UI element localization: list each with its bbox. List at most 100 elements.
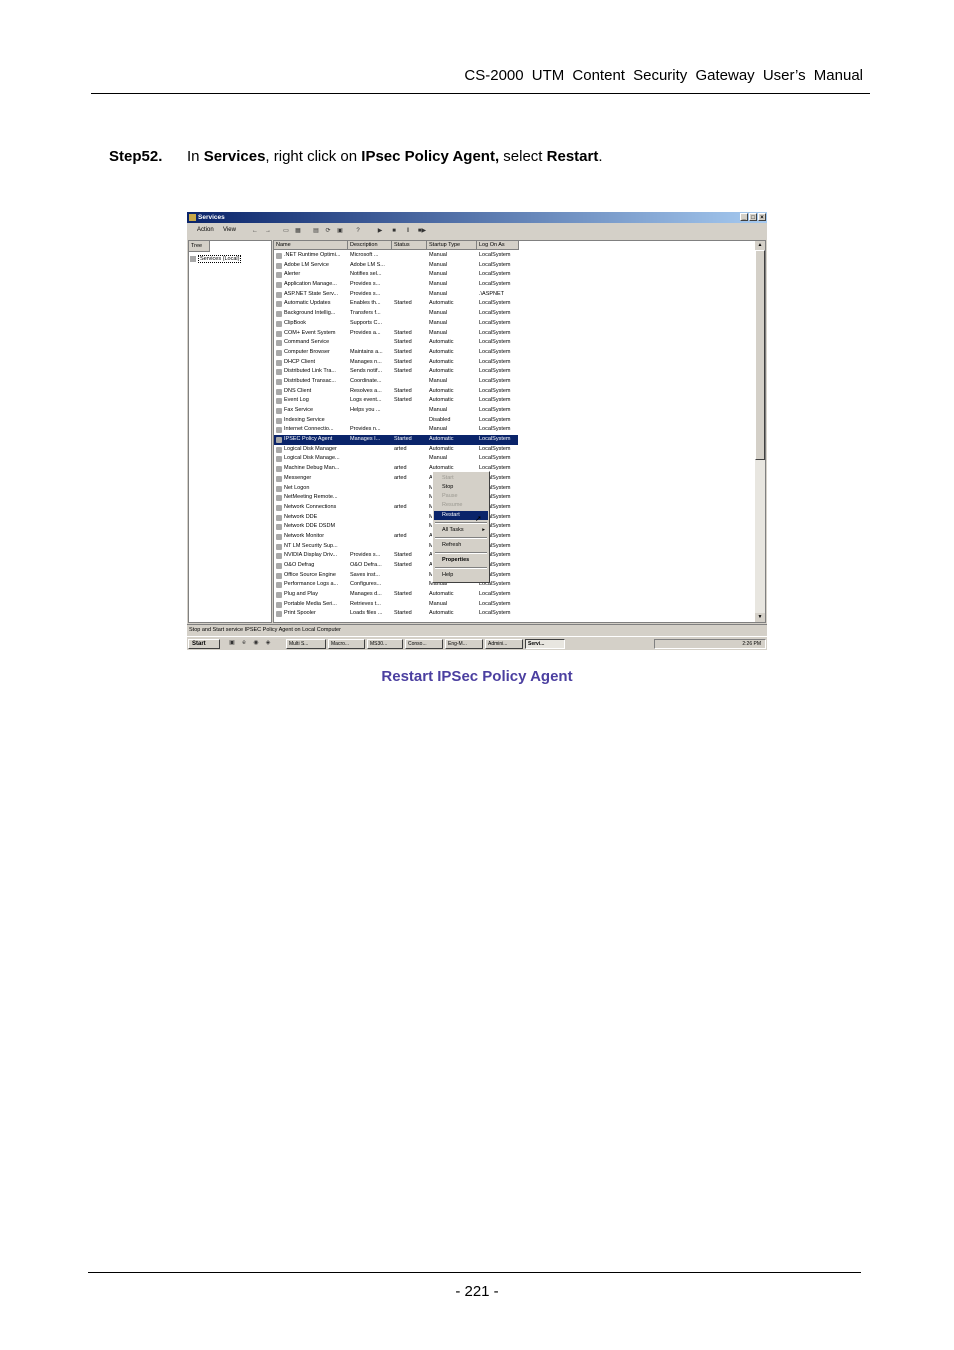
window-titlebar: Services _ □ × bbox=[187, 212, 767, 223]
cell-description: Resolves a... bbox=[350, 387, 382, 394]
table-row[interactable]: NT LM Security Sup...ManualLocalSystem bbox=[274, 542, 754, 552]
footer-rule bbox=[88, 1272, 861, 1273]
table-row[interactable]: DHCP Client Manages n... Started Automatic L… bbox=[274, 358, 754, 368]
quicklaunch-desktop-icon[interactable]: ▣ bbox=[227, 638, 237, 648]
table-row[interactable]: Network MonitorartedAutomaticLocalSystem bbox=[274, 532, 754, 542]
taskbar: Start ▣ e ◉ ◈ Multi S... Macro... MS30..… bbox=[187, 636, 767, 650]
task-button-ms30[interactable]: MS30... bbox=[367, 639, 403, 649]
task-button-admini[interactable]: Admini... bbox=[485, 639, 523, 649]
service-gear-icon bbox=[276, 349, 282, 356]
play-icon[interactable]: ▶ bbox=[375, 226, 385, 236]
restart-icon[interactable]: ■▶ bbox=[417, 226, 427, 236]
task-button-conso[interactable]: Conso... bbox=[405, 639, 443, 649]
table-row[interactable]: .NET Runtime Optimi... Microsoft ... Manua… bbox=[274, 251, 754, 261]
vertical-scrollbar[interactable]: ▲ ▼ bbox=[755, 241, 765, 622]
cell-logon: LocalSystem bbox=[479, 271, 511, 278]
step-text-3: select bbox=[499, 148, 547, 165]
cell-description: Provides s... bbox=[350, 281, 381, 288]
menu-view[interactable]: View bbox=[223, 227, 236, 233]
up-folder-icon[interactable]: ▭ bbox=[281, 226, 291, 236]
back-icon[interactable]: ← bbox=[250, 226, 260, 236]
quicklaunch-ie-icon[interactable]: e bbox=[239, 638, 249, 648]
cell-status: Started bbox=[394, 339, 412, 346]
table-row[interactable]: Indexing Service Disabled LocalSystem bbox=[274, 416, 754, 426]
table-row[interactable]: Alerter Notifies sel... Manual LocalSystem bbox=[274, 270, 754, 280]
table-row[interactable]: COM+ Event System Provides a... Started Man… bbox=[274, 329, 754, 339]
table-row[interactable]: Fax Service Helps you ... Manual LocalSyste… bbox=[274, 406, 754, 416]
table-row[interactable]: IPSEC Policy Agent Manages I... Started Aut… bbox=[274, 435, 518, 445]
export-icon[interactable]: ▣ bbox=[335, 226, 345, 236]
menu-item-all-tasks[interactable]: All Tasks ▸ bbox=[434, 526, 488, 535]
menu-item-stop[interactable]: Stop bbox=[434, 483, 488, 492]
table-row[interactable]: Computer Browser Maintains a... Started Aut… bbox=[274, 348, 754, 358]
col-header-log-on-as[interactable]: Log On As bbox=[477, 241, 519, 250]
table-row[interactable]: O&O DefragO&O Defra...StartedAutomaticLo… bbox=[274, 561, 754, 571]
table-row[interactable]: Network DDEManualLocalSystem bbox=[274, 513, 754, 523]
menu-action[interactable]: Action bbox=[197, 227, 214, 233]
table-row[interactable]: Net LogonManualLocalSystem bbox=[274, 484, 754, 494]
cell-name: DNS Client bbox=[284, 387, 312, 394]
table-row[interactable]: Distributed Transac... Coordinate... Manua… bbox=[274, 377, 754, 387]
table-row[interactable]: ClipBook Supports C... Manual LocalSystem bbox=[274, 319, 754, 329]
table-row[interactable]: Command Service Started Automatic LocalSyst… bbox=[274, 338, 754, 348]
menu-item-refresh[interactable]: Refresh bbox=[434, 541, 488, 550]
close-button[interactable]: × bbox=[758, 213, 766, 221]
show-tree-icon[interactable]: ▦ bbox=[293, 226, 303, 236]
table-row[interactable]: Portable Media Seri... Retrieves t... Manu… bbox=[274, 600, 754, 610]
col-header-status[interactable]: Status bbox=[392, 241, 427, 250]
task-button-macro[interactable]: Macro... bbox=[328, 639, 365, 649]
table-row[interactable]: NVIDIA Display Driv... Provides s... Start… bbox=[274, 551, 754, 561]
cell-logon: LocalSystem bbox=[479, 600, 511, 607]
menu-item-help[interactable]: Help bbox=[434, 571, 488, 580]
cell-description: Manages I... bbox=[350, 436, 381, 443]
service-gear-icon bbox=[276, 533, 282, 540]
forward-icon[interactable]: → bbox=[263, 226, 273, 236]
table-row[interactable]: Automatic Updates Enables th... Started Aut… bbox=[274, 299, 754, 309]
table-row[interactable]: Background Intellig... Transfers f... Manu… bbox=[274, 309, 754, 319]
table-row[interactable]: DNS Client Resolves a... Started Automatic L… bbox=[274, 387, 754, 397]
table-row[interactable]: Print Spooler Loads files ... Started Autom… bbox=[274, 609, 754, 619]
table-row[interactable]: Distributed Link Tra... Sends notif... Sta… bbox=[274, 367, 754, 377]
table-row[interactable]: ASP.NET State Serv... Provides s... Manual… bbox=[274, 290, 754, 300]
table-row[interactable]: Office Source EngineSaves inst...ManualL… bbox=[274, 571, 754, 581]
col-header-startup-type[interactable]: Startup Type bbox=[427, 241, 477, 250]
scroll-down-icon[interactable]: ▼ bbox=[755, 613, 765, 622]
maximize-button[interactable]: □ bbox=[749, 213, 757, 221]
table-row[interactable]: Logical Disk Manage... Manual LocalSystem bbox=[274, 454, 754, 464]
table-row[interactable]: Event Log Logs event... Started Automatic Lo… bbox=[274, 396, 754, 406]
refresh-icon[interactable]: ⟳ bbox=[323, 226, 333, 236]
task-button-services[interactable]: Servi... bbox=[525, 639, 565, 649]
step-bold-services: Services bbox=[203, 148, 266, 165]
scroll-up-icon[interactable]: ▲ bbox=[755, 241, 765, 250]
table-row[interactable]: Plug and Play Manages d... Started Automati… bbox=[274, 590, 754, 600]
table-row[interactable]: Logical Disk Manager arted Automatic LocalS… bbox=[274, 445, 754, 455]
col-header-description[interactable]: Description bbox=[348, 241, 392, 250]
properties-icon[interactable]: ▤ bbox=[311, 226, 321, 236]
table-row[interactable]: Adobe LM Service Adobe LM S... Manual Local… bbox=[274, 261, 754, 271]
menu-item-properties[interactable]: Properties bbox=[434, 556, 488, 565]
scroll-thumb[interactable] bbox=[755, 250, 765, 460]
table-row[interactable]: Performance Logs a... Configures... Manual… bbox=[274, 580, 754, 590]
task-button-eng[interactable]: Eng-M... bbox=[445, 639, 483, 649]
service-gear-icon bbox=[276, 272, 282, 279]
table-row[interactable]: Application Manage... Provides s... Manual… bbox=[274, 280, 754, 290]
stop-icon[interactable]: ■ bbox=[389, 226, 399, 236]
table-row[interactable]: Network DDE DSDMManualLocalSystem bbox=[274, 522, 754, 532]
cell-description: Provides s... bbox=[350, 290, 381, 297]
start-button[interactable]: Start bbox=[188, 639, 220, 649]
table-row[interactable]: NetMeeting Remote...ManualLocalSystem bbox=[274, 493, 754, 503]
cell-logon: LocalSystem bbox=[479, 261, 511, 268]
help-icon[interactable]: ? bbox=[353, 226, 363, 236]
cell-name: Machine Debug Man... bbox=[284, 465, 340, 472]
task-button-multi[interactable]: Multi S... bbox=[286, 639, 326, 649]
quicklaunch-media-icon[interactable]: ◈ bbox=[263, 638, 273, 648]
table-row[interactable]: MessengerartedAutomaticLocalSystem bbox=[274, 474, 754, 484]
table-row[interactable]: Internet Connectio... Provides n... Manual… bbox=[274, 425, 754, 435]
minimize-button[interactable]: _ bbox=[740, 213, 748, 221]
quicklaunch-outlook-icon[interactable]: ◉ bbox=[251, 638, 261, 648]
pause-icon[interactable]: ‖ bbox=[403, 226, 413, 236]
tree-node-services-local[interactable]: Services (Local) bbox=[190, 255, 242, 263]
col-header-name[interactable]: Name bbox=[274, 241, 348, 250]
table-row[interactable]: Network ConnectionsartedManualLocalSyste… bbox=[274, 503, 754, 513]
table-row[interactable]: Machine Debug Man... arted Automatic LocalS… bbox=[274, 464, 754, 474]
